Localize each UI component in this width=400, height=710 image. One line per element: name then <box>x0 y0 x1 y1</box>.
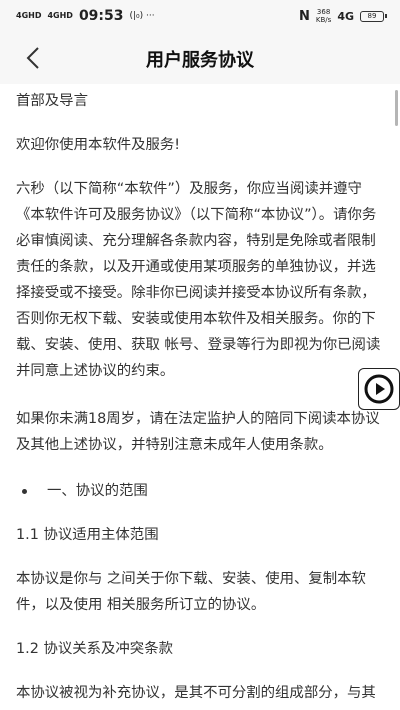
net-speed-value: 368 <box>316 8 331 16</box>
scrollbar-thumb[interactable] <box>395 90 398 126</box>
status-right: N 368 KB/s 4G 89 <box>299 8 387 24</box>
sim2-signal: 4GHD <box>47 11 73 20</box>
nav-bar: 用户服务协议 <box>0 32 400 84</box>
page-title: 用户服务协议 <box>146 50 254 71</box>
status-left: 4GHD 4GHD 09:53 (|₀) ··· <box>16 8 155 24</box>
sim1-signal: 4GHD <box>16 11 42 20</box>
welcome-text: 欢迎你使用本软件及服务! <box>16 137 181 153</box>
floating-play-button[interactable] <box>358 368 400 410</box>
net-speed: 368 KB/s <box>316 8 331 24</box>
s1-1-body: 本协议是你与 之间关于你下载、安装、使用、复制本软件，以及使用 相关服务所订立的… <box>16 571 366 613</box>
agreement-content[interactable]: 首部及导言 欢迎你使用本软件及服务! 六秒（以下简称“本软件”）及服务，你应当阅… <box>0 84 400 710</box>
s1-2-body: 本协议被视为补充协议，是其不可分割的组成部分，与其构成统一整体。本协议与上述内容… <box>16 685 376 701</box>
battery-icon: 89 <box>360 10 387 22</box>
status-extra: (|₀) ··· <box>129 11 155 21</box>
intro-paragraph: 六秒（以下简称“本软件”）及服务，你应当阅读并遵守《本软件许可及服务协议》（以下… <box>16 181 381 379</box>
signal-4g: 4G <box>337 9 354 23</box>
section-heading: 首部及导言 <box>16 93 88 109</box>
minor-notice: 如果你未满18周岁，请在法定监护人的陪同下阅读本协议及其他上述协议，并特别注意未… <box>16 411 380 453</box>
status-bar: 4GHD 4GHD 09:53 (|₀) ··· N 368 KB/s 4G 8… <box>0 0 400 32</box>
battery-level: 89 <box>367 12 377 20</box>
section1-title: 一、协议的范围 <box>47 483 148 499</box>
nfc-icon: N <box>299 8 310 24</box>
section1-bullet: 一、协议的范围 <box>16 478 384 504</box>
s1-2-title: 1.2 协议关系及冲突条款 <box>16 641 173 657</box>
bullet-dot <box>22 488 27 494</box>
clock: 09:53 <box>78 8 124 24</box>
play-circle-icon <box>364 374 394 404</box>
net-speed-unit: KB/s <box>315 16 332 24</box>
s1-1-title: 1.1 协议适用主体范围 <box>16 527 159 543</box>
